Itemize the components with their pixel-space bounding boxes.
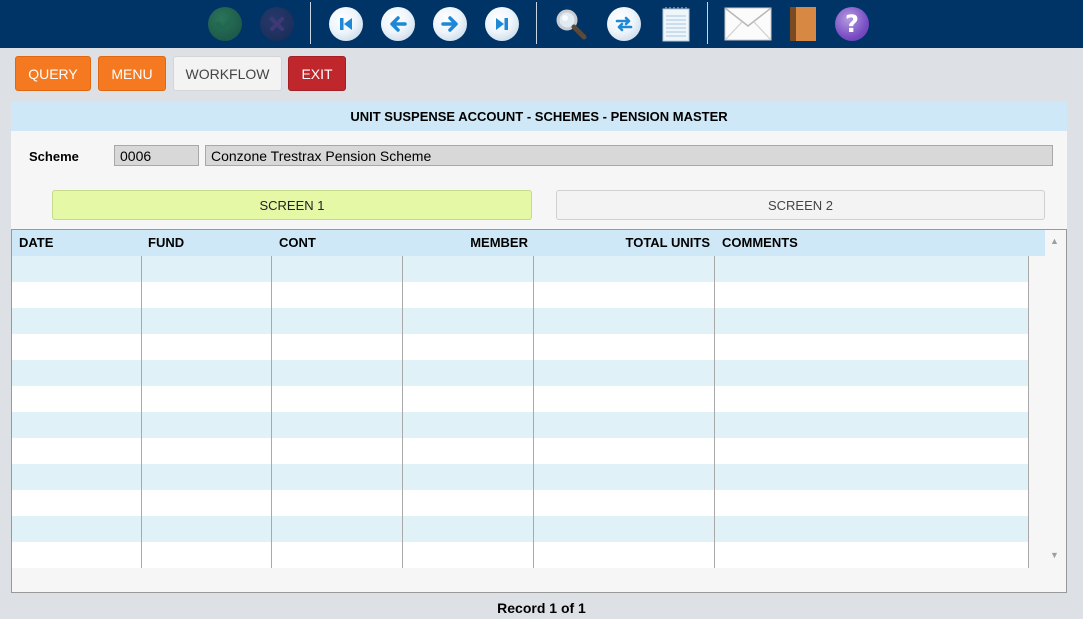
- table-row[interactable]: [12, 256, 1028, 282]
- exit-button[interactable]: EXIT: [288, 56, 346, 91]
- table-row[interactable]: [12, 490, 1028, 516]
- grid-scrollbar[interactable]: ▲ ▼: [1045, 230, 1066, 568]
- table-row[interactable]: [12, 542, 1028, 568]
- table-row[interactable]: [12, 334, 1028, 360]
- notepad-icon[interactable]: [657, 5, 695, 43]
- record-status: Record 1 of 1: [497, 600, 586, 616]
- menu-button[interactable]: MENU: [98, 56, 166, 91]
- help-icon[interactable]: ?: [833, 5, 871, 43]
- next-record-icon[interactable]: [431, 5, 469, 43]
- scroll-up-icon[interactable]: ▲: [1050, 236, 1059, 246]
- column-header-total-units[interactable]: TOTAL UNITS: [541, 230, 711, 256]
- scheme-name-field[interactable]: Conzone Trestrax Pension Scheme: [205, 145, 1053, 166]
- column-divider: [533, 256, 534, 568]
- tab-screen-1[interactable]: SCREEN 1: [52, 190, 532, 220]
- table-row[interactable]: [12, 464, 1028, 490]
- tab-screen-2[interactable]: SCREEN 2: [556, 190, 1045, 220]
- column-divider: [402, 256, 403, 568]
- table-row[interactable]: [12, 360, 1028, 386]
- table-row[interactable]: [12, 308, 1028, 334]
- table-row[interactable]: [12, 516, 1028, 542]
- column-header-cont[interactable]: CONT: [279, 230, 316, 256]
- column-header-fund[interactable]: FUND: [148, 230, 184, 256]
- workflow-button[interactable]: WORKFLOW: [173, 56, 282, 91]
- search-icon[interactable]: [552, 5, 590, 43]
- scheme-code-field[interactable]: 0006: [114, 145, 199, 166]
- page-title: UNIT SUSPENSE ACCOUNT - SCHEMES - PENSIO…: [11, 102, 1067, 131]
- data-grid: DATE FUND CONT MEMBER TOTAL UNITS COMMEN…: [11, 229, 1067, 593]
- table-row[interactable]: [12, 282, 1028, 308]
- table-row[interactable]: [12, 438, 1028, 464]
- toolbar-divider: [536, 2, 537, 44]
- column-header-comments[interactable]: COMMENTS: [722, 230, 798, 256]
- column-divider: [1028, 256, 1029, 568]
- refresh-icon[interactable]: [605, 5, 643, 43]
- toolbar: ?: [0, 0, 1083, 48]
- table-row[interactable]: [12, 412, 1028, 438]
- toolbar-divider: [310, 2, 311, 44]
- grid-rows: [12, 256, 1028, 568]
- toolbar-divider: [707, 2, 708, 44]
- first-record-icon[interactable]: [327, 5, 365, 43]
- mail-icon[interactable]: [722, 5, 774, 43]
- scroll-down-icon[interactable]: ▼: [1050, 550, 1059, 560]
- scheme-label: Scheme: [29, 149, 79, 164]
- table-row[interactable]: [12, 386, 1028, 412]
- grid-header: DATE FUND CONT MEMBER TOTAL UNITS COMMEN…: [12, 230, 1045, 256]
- previous-record-icon[interactable]: [379, 5, 417, 43]
- column-divider: [141, 256, 142, 568]
- column-header-date[interactable]: DATE: [19, 230, 53, 256]
- column-header-member[interactable]: MEMBER: [410, 230, 528, 256]
- last-record-icon[interactable]: [483, 5, 521, 43]
- column-divider: [714, 256, 715, 568]
- column-divider: [271, 256, 272, 568]
- book-icon[interactable]: [783, 5, 821, 43]
- form-panel: UNIT SUSPENSE ACCOUNT - SCHEMES - PENSIO…: [11, 102, 1067, 593]
- cancel-x-icon[interactable]: [258, 5, 296, 43]
- help-glyph: ?: [845, 10, 859, 38]
- confirm-check-icon[interactable]: [206, 5, 244, 43]
- query-button[interactable]: QUERY: [15, 56, 91, 91]
